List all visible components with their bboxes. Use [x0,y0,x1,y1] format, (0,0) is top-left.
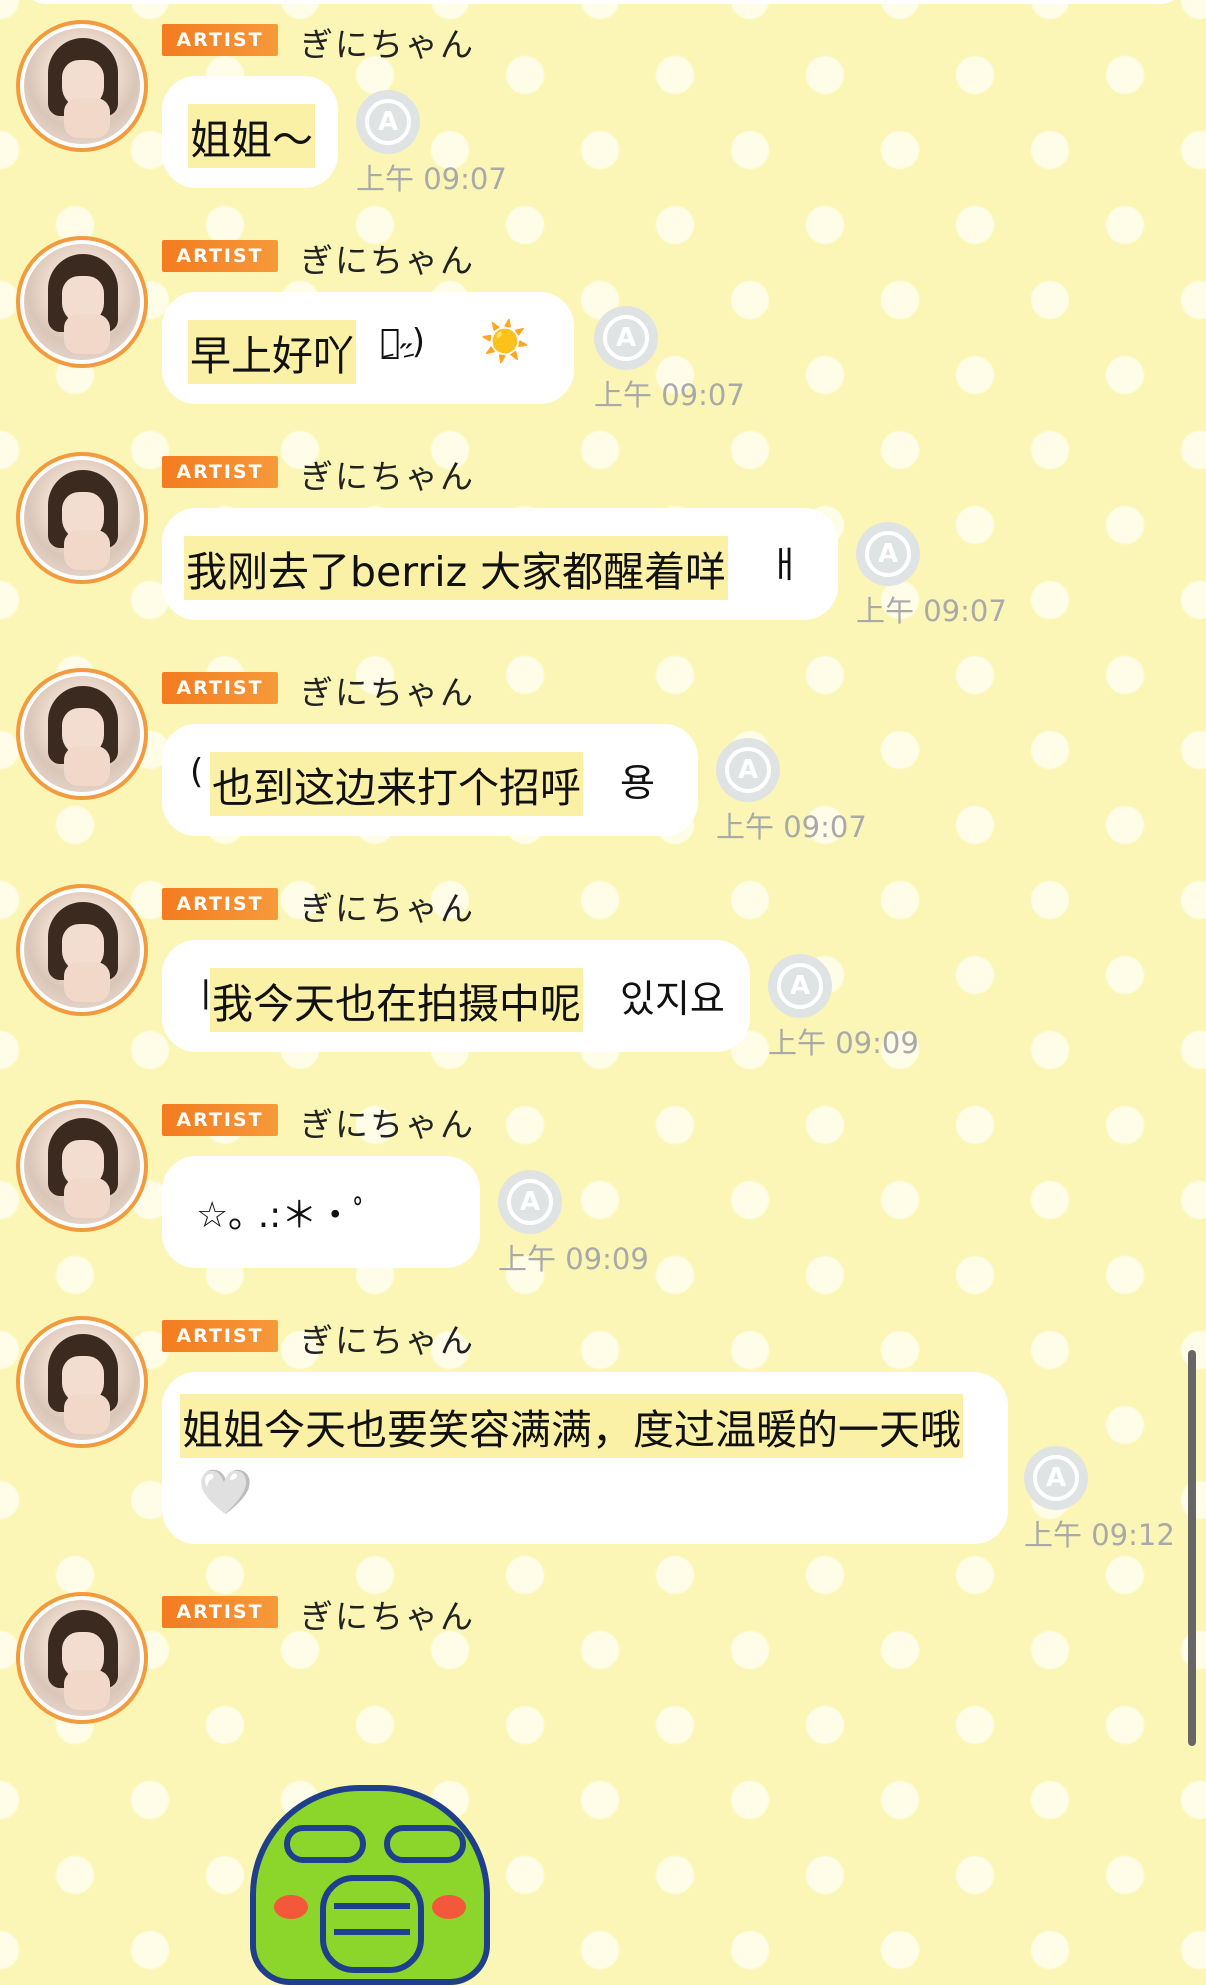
artist-badge: ARTIST [162,1320,278,1352]
translate-a-icon[interactable]: A [356,90,420,154]
artist-badge: ARTIST [162,1104,278,1136]
avatar[interactable] [16,668,148,800]
green-bird-sticker[interactable] [250,1785,490,1985]
sender-name: ぎにちゃん [300,889,475,928]
message-text: 我刚去了berriz 大家都醒着咩 [184,536,729,600]
kaomoji-suffix: ِ৺ِ˶) [380,322,425,362]
sender-name: ぎにちゃん [300,1105,475,1144]
message-bubble[interactable]: ☆｡ .:＊・ﾟ [162,1156,480,1268]
message-time: 上午 09:09 [498,1242,649,1276]
message-text: 姐姐～ [188,104,315,168]
message-text: 姐姐今天也要笑容满满，度过温暖的一天哦 [180,1394,963,1458]
artist-badge: ARTIST [162,672,278,704]
avatar[interactable] [16,1592,148,1724]
artist-badge: ARTIST [162,888,278,920]
message-bubble[interactable]: ( 也到这边来打个招呼 용 [162,724,698,836]
message-bubble[interactable]: 姐姐今天也要笑容满满，度过温暖的一天哦 🤍 [162,1372,1008,1544]
artist-badge: ARTIST [162,240,278,272]
avatar[interactable] [16,1316,148,1448]
sun-emoji: ☀️ [480,319,530,365]
message-bubble[interactable]: 姐姐～ [162,76,338,188]
message-text: 早上好吖 [188,320,356,384]
message-tail: 있지요 [620,977,725,1021]
translate-a-icon[interactable]: A [1024,1446,1088,1510]
message-time: 上午 09:07 [594,378,745,412]
artist-badge: ARTIST [162,1596,278,1628]
artist-badge: ARTIST [162,24,278,56]
sender-name: ぎにちゃん [300,457,475,496]
sender-name: ぎにちゃん [300,1597,475,1636]
avatar[interactable] [16,884,148,1016]
message-time: 上午 09:12 [1024,1518,1175,1552]
message-time: 上午 09:07 [356,162,507,196]
white-heart-emoji: 🤍 [198,1467,253,1518]
translate-a-icon[interactable]: A [594,306,658,370]
previous-message-edge [20,0,1186,4]
avatar[interactable] [16,452,148,584]
message-tail: ㅐ [768,545,802,586]
message-bubble[interactable]: ㅣ 我今天也在拍摄中呢 있지요 [162,940,750,1052]
message-time: 上午 09:07 [856,594,1007,628]
message-tail: 용 [620,761,655,805]
translate-a-icon[interactable]: A [768,954,832,1018]
message-text: ☆｡ .:＊・ﾟ [196,1195,372,1236]
sender-name: ぎにちゃん [300,25,475,64]
message-prefix: ( [190,752,204,792]
translate-a-icon[interactable]: A [856,522,920,586]
sender-name: ぎにちゃん [300,1321,475,1360]
avatar[interactable] [16,20,148,152]
message-bubble[interactable]: 我刚去了berriz 大家都醒着咩 ㅐ [162,508,838,620]
translate-a-icon[interactable]: A [498,1170,562,1234]
sender-name: ぎにちゃん [300,673,475,712]
message-time: 上午 09:09 [768,1026,919,1060]
translate-a-icon[interactable]: A [716,738,780,802]
message-text: 也到这边来打个招呼 [210,752,583,816]
message-bubble[interactable]: 早上好吖 ِ৺ِ˶) ☀️ [162,292,574,404]
sender-name: ぎにちゃん [300,241,475,280]
scrollbar[interactable] [1188,1350,1196,1746]
message-text: 我今天也在拍摄中呢 [210,968,583,1032]
artist-badge: ARTIST [162,456,278,488]
avatar[interactable] [16,1100,148,1232]
message-time: 上午 09:07 [716,810,867,844]
avatar[interactable] [16,236,148,368]
